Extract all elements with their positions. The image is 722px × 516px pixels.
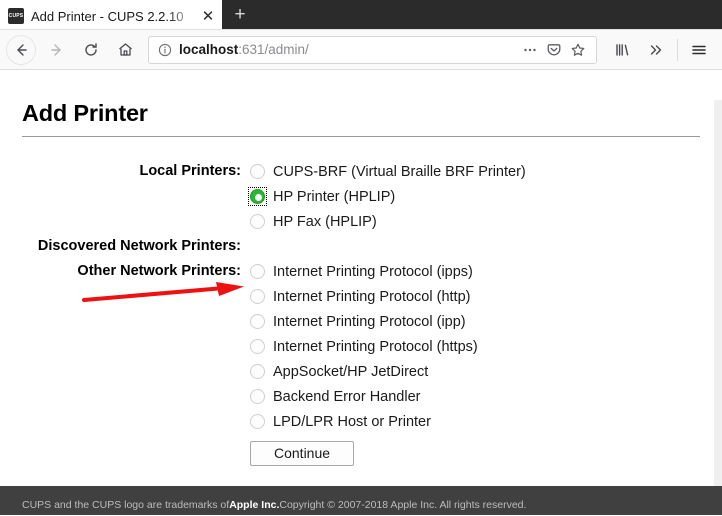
radio-indicator-selected[interactable] — [250, 189, 265, 204]
hamburger-menu-icon[interactable] — [682, 35, 716, 65]
info-circle-icon[interactable] — [155, 42, 175, 58]
radio-indicator[interactable] — [250, 264, 265, 279]
browser-tab-add-printer[interactable]: CUPS Add Printer - CUPS 2.2.10 ✕ — [0, 0, 222, 30]
discovered-printers-row: Discovered Network Printers: — [22, 234, 700, 259]
local-printers-label: Local Printers: — [139, 163, 241, 179]
chevrons-right-icon[interactable] — [639, 35, 673, 65]
forward-arrow-icon — [40, 35, 74, 65]
other-printers-row: Other Network Printers: Internet Printin… — [22, 259, 700, 466]
pocket-icon[interactable] — [542, 42, 566, 58]
other-printers-options: Internet Printing Protocol (ipps) Intern… — [250, 259, 700, 466]
page-content: Add Printer Local Printers: CUPS-BRF (Vi… — [0, 70, 722, 466]
radio-indicator[interactable] — [250, 164, 265, 179]
url-path: :631/admin/ — [238, 42, 309, 57]
reload-icon[interactable] — [74, 35, 108, 65]
page-viewport: Add Printer CUPS.org Home Administration… — [0, 70, 722, 515]
radio-label: Backend Error Handler — [273, 388, 421, 405]
cups-favicon-icon: CUPS — [8, 8, 24, 24]
radio-label: AppSocket/HP JetDirect — [273, 363, 429, 380]
radio-label: LPD/LPR Host or Printer — [273, 413, 431, 430]
radio-indicator[interactable] — [250, 289, 265, 304]
radio-label: Internet Printing Protocol (ipp) — [273, 313, 466, 330]
radio-label: HP Fax (HPLIP) — [273, 213, 377, 230]
radio-indicator[interactable] — [250, 389, 265, 404]
back-arrow-icon[interactable] — [6, 34, 36, 65]
add-printer-form: Local Printers: CUPS-BRF (Virtual Braill… — [22, 159, 700, 466]
radio-option-ipps[interactable]: Internet Printing Protocol (ipps) — [250, 259, 700, 284]
radio-option-backend-error-handler[interactable]: Backend Error Handler — [250, 384, 700, 409]
tab-strip: CUPS Add Printer - CUPS 2.2.10 ✕ + — [0, 0, 722, 30]
title-divider — [22, 136, 700, 137]
browser-window: CUPS Add Printer - CUPS 2.2.10 ✕ + local… — [0, 0, 722, 516]
radio-option-ipp[interactable]: Internet Printing Protocol (ipp) — [250, 309, 700, 334]
radio-label: CUPS-BRF (Virtual Braille BRF Printer) — [273, 163, 526, 180]
radio-label: Internet Printing Protocol (ipps) — [273, 263, 473, 280]
discovered-printers-label: Discovered Network Printers: — [37, 238, 241, 254]
page-title: Add Printer — [22, 100, 148, 126]
radio-option-cups-brf[interactable]: CUPS-BRF (Virtual Braille BRF Printer) — [250, 159, 700, 184]
favicon-label: CUPS — [8, 13, 24, 19]
radio-label: Internet Printing Protocol (https) — [273, 338, 478, 355]
url-text[interactable]: localhost:631/admin/ — [175, 42, 518, 57]
page-footer: CUPS and the CUPS logo are trademarks of… — [0, 494, 722, 515]
radio-option-http[interactable]: Internet Printing Protocol (http) — [250, 284, 700, 309]
toolbar-separator — [677, 38, 678, 61]
page-scroll-gutter[interactable] — [714, 100, 722, 486]
radio-label: Internet Printing Protocol (http) — [273, 288, 471, 305]
bookmark-star-icon[interactable] — [566, 42, 590, 58]
tab-title: Add Printer - CUPS 2.2.10 — [31, 8, 184, 24]
url-bar[interactable]: localhost:631/admin/ — [148, 35, 597, 64]
footer-text-pre: CUPS and the CUPS logo are trademarks of — [22, 498, 230, 511]
local-printers-row: Local Printers: CUPS-BRF (Virtual Braill… — [22, 159, 700, 234]
footer-text-apple: Apple Inc. — [229, 498, 280, 511]
radio-indicator[interactable] — [250, 339, 265, 354]
continue-row: Continue — [250, 441, 700, 466]
radio-indicator[interactable] — [250, 364, 265, 379]
radio-option-https[interactable]: Internet Printing Protocol (https) — [250, 334, 700, 359]
ellipsis-icon[interactable] — [518, 42, 542, 58]
footer-top-band — [0, 486, 722, 494]
radio-option-lpd-lpr[interactable]: LPD/LPR Host or Printer — [250, 409, 700, 434]
local-printers-options: CUPS-BRF (Virtual Braille BRF Printer) H… — [248, 159, 700, 234]
radio-option-hp-printer[interactable]: HP Printer (HPLIP) — [248, 184, 700, 209]
url-host: localhost — [179, 42, 239, 57]
tab-strip-empty-area — [258, 0, 722, 30]
radio-indicator[interactable] — [250, 214, 265, 229]
radio-label: HP Printer (HPLIP) — [273, 188, 396, 205]
continue-button[interactable]: Continue — [250, 441, 355, 466]
footer-text-post: Copyright © 2007-2018 Apple Inc. All rig… — [279, 498, 527, 511]
other-printers-label: Other Network Printers: — [77, 263, 241, 279]
radio-indicator[interactable] — [250, 314, 265, 329]
radio-focus-ring — [248, 187, 267, 206]
radio-option-hp-fax[interactable]: HP Fax (HPLIP) — [250, 209, 700, 234]
radio-option-appsocket[interactable]: AppSocket/HP JetDirect — [250, 359, 700, 384]
navigation-toolbar: localhost:631/admin/ — [0, 30, 722, 70]
radio-indicator[interactable] — [250, 414, 265, 429]
home-icon[interactable] — [108, 35, 142, 65]
library-icon[interactable] — [605, 35, 639, 65]
close-icon[interactable]: ✕ — [200, 8, 216, 24]
new-tab-button[interactable]: + — [222, 0, 258, 30]
